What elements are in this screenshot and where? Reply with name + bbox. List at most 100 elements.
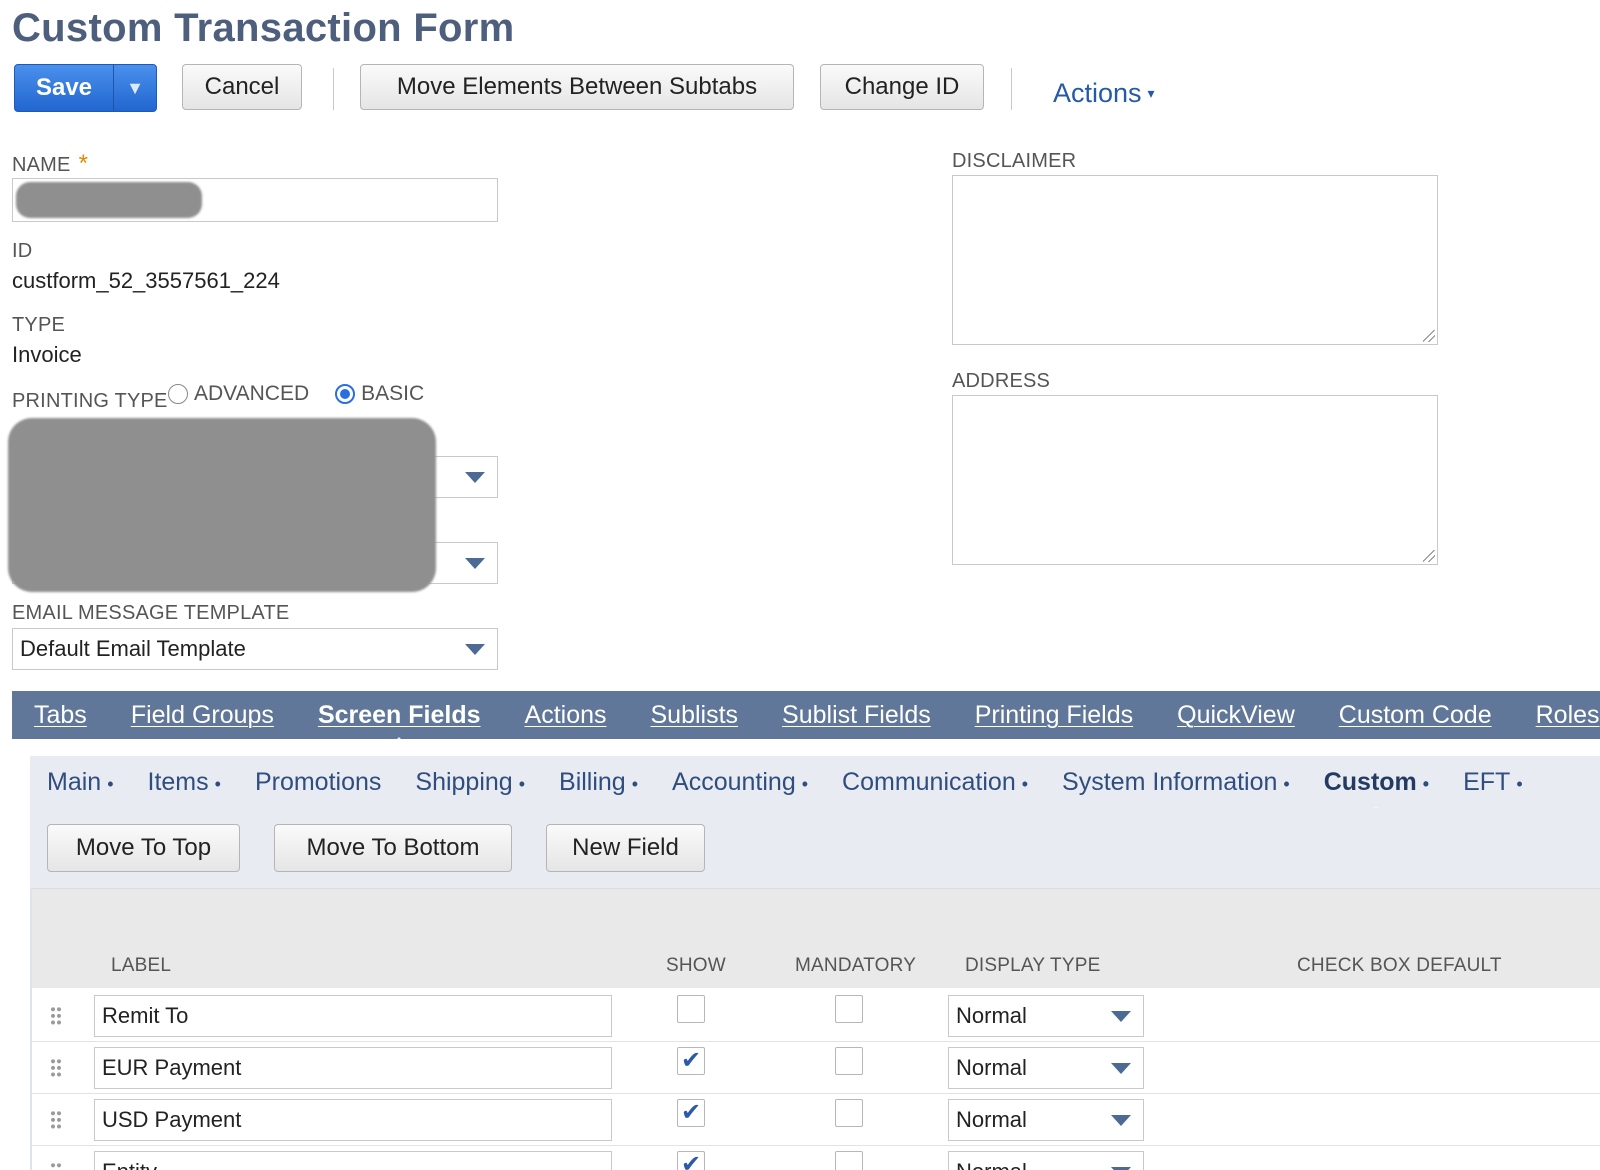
display-type-value: Normal (956, 1003, 1027, 1028)
main-tab-quickview[interactable]: QuickView (1177, 701, 1295, 730)
new-field-button[interactable]: New Field (546, 824, 705, 872)
subtab-system-information[interactable]: System Information • (1062, 768, 1290, 797)
cancel-button[interactable]: Cancel (182, 64, 302, 110)
drag-handle-icon[interactable] (50, 1058, 62, 1078)
move-elements-between-subtabs-button[interactable]: Move Elements Between Subtabs (360, 64, 794, 110)
subtab-label[interactable]: Billing (559, 768, 626, 796)
field-label-input[interactable]: Remit To (94, 995, 612, 1037)
subtab-promotions[interactable]: Promotions (255, 768, 381, 797)
printing-type-basic-radio[interactable] (335, 384, 356, 404)
field-label-input[interactable]: EUR Payment (94, 1047, 612, 1089)
display-type-select[interactable]: Normal (948, 1099, 1144, 1141)
subtab-indicator-dot: • (1422, 773, 1430, 794)
resize-grip-icon[interactable] (1423, 330, 1435, 342)
field-label-input[interactable]: Entity (94, 1151, 612, 1170)
resize-grip-icon[interactable] (1423, 550, 1435, 562)
subtab-indicator-dot: • (214, 773, 221, 794)
subtab-main[interactable]: Main • (47, 768, 114, 797)
subtab-label[interactable]: Main (47, 768, 101, 796)
display-type-value: Normal (956, 1159, 1027, 1170)
required-asterisk: * (78, 150, 89, 177)
main-tab-screen-fields[interactable]: Screen Fields (318, 701, 481, 739)
subtab-custom[interactable]: Custom • (1324, 768, 1430, 808)
mandatory-checkbox[interactable] (835, 1047, 863, 1075)
drag-handle-icon[interactable] (50, 1110, 62, 1130)
dropdown-arrow-icon (465, 644, 485, 655)
column-header-show: SHOW (666, 955, 726, 976)
email-template-select[interactable]: Default Email Template (12, 628, 498, 670)
field-label-text: Remit To (102, 1003, 189, 1028)
main-tab-sublist-fields[interactable]: Sublist Fields (782, 701, 931, 730)
main-tab-printing-fields[interactable]: Printing Fields (975, 701, 1133, 730)
dropdown-arrow-icon (465, 472, 485, 483)
subtab-label[interactable]: Items (148, 768, 209, 796)
drag-handle-icon[interactable] (50, 1006, 62, 1026)
type-label: TYPE (12, 314, 66, 336)
display-type-value: Normal (956, 1107, 1027, 1132)
subtab-communication[interactable]: Communication • (842, 768, 1028, 797)
show-checkbox[interactable] (677, 995, 705, 1023)
show-checkbox[interactable]: ✔ (677, 1047, 705, 1075)
subtab-indicator-dot: • (518, 773, 526, 794)
printing-type-advanced-label[interactable]: ADVANCED (194, 382, 309, 406)
name-label-text: NAME (12, 154, 71, 176)
move-to-bottom-button[interactable]: Move To Bottom (274, 824, 512, 872)
caret-down-icon: ▾ (1147, 85, 1155, 101)
field-label-input[interactable]: USD Payment (94, 1099, 612, 1141)
main-tab-custom-code[interactable]: Custom Code (1339, 701, 1492, 730)
table-row: USD Payment ✔ Normal (32, 1094, 1600, 1146)
subtab-label[interactable]: EFT (1463, 768, 1510, 796)
subtab-label[interactable]: System Information (1062, 768, 1277, 796)
main-tab-actions[interactable]: Actions (525, 701, 607, 730)
subtab-label[interactable]: Custom (1324, 768, 1417, 796)
mandatory-checkbox[interactable] (835, 1151, 863, 1170)
mandatory-checkbox[interactable] (835, 995, 863, 1023)
show-checkbox[interactable]: ✔ (677, 1151, 705, 1170)
subtab-label[interactable]: Shipping (415, 768, 512, 796)
subtab-indicator-dot: • (1516, 773, 1523, 794)
toolbar-divider (333, 68, 334, 110)
column-header-mandatory: MANDATORY (795, 955, 917, 976)
change-id-button[interactable]: Change ID (820, 64, 984, 110)
main-tab-tabs[interactable]: Tabs (34, 701, 87, 730)
main-tab-field-groups[interactable]: Field Groups (131, 701, 274, 730)
field-label-text: USD Payment (102, 1107, 242, 1132)
save-menu-arrow-icon[interactable]: ▼ (113, 65, 156, 111)
save-button-label[interactable]: Save (15, 65, 113, 111)
subtab-eft[interactable]: EFT • (1463, 768, 1523, 797)
move-to-top-button[interactable]: Move To Top (47, 824, 240, 872)
actions-menu-label[interactable]: Actions (1053, 78, 1142, 109)
name-label: NAME * (12, 150, 88, 178)
actions-menu[interactable]: Actions ▾ (1053, 78, 1155, 109)
drag-handle-icon[interactable] (50, 1162, 62, 1170)
subtab-items[interactable]: Items • (148, 768, 221, 797)
column-header-label: LABEL (111, 955, 172, 976)
subtab-label[interactable]: Communication (842, 768, 1016, 796)
subtab-bar: Main • Items • Promotions Shipping • Billing • Ac… (30, 756, 1600, 808)
display-type-select[interactable]: Normal (948, 995, 1144, 1037)
subtab-label[interactable]: Accounting (672, 768, 796, 796)
mandatory-checkbox[interactable] (835, 1099, 863, 1127)
show-checkbox[interactable]: ✔ (677, 1099, 705, 1127)
save-button[interactable]: Save ▼ (14, 64, 157, 112)
subtab-accounting[interactable]: Accounting • (672, 768, 808, 797)
main-tab-bar: Tabs Field Groups Screen Fields Actions Subl… (12, 691, 1600, 739)
display-type-select[interactable]: Normal (948, 1151, 1144, 1170)
main-tab-roles[interactable]: Roles (1536, 701, 1600, 730)
subtab-indicator-dot: • (107, 773, 114, 794)
column-header-display-type: DISPLAY TYPE (965, 955, 1101, 976)
disclaimer-label: DISCLAIMER (952, 150, 1077, 172)
dropdown-arrow-icon (1111, 1115, 1131, 1126)
subtab-label[interactable]: Promotions (255, 768, 381, 796)
printing-type-radio-group: ADVANCED BASIC (168, 382, 424, 406)
subtab-shipping[interactable]: Shipping • (415, 768, 525, 797)
display-type-select[interactable]: Normal (948, 1047, 1144, 1089)
disclaimer-textarea[interactable] (952, 175, 1438, 345)
address-textarea[interactable] (952, 395, 1438, 565)
redacted-fields-block (8, 418, 436, 592)
email-template-value: Default Email Template (20, 636, 246, 661)
subtab-billing[interactable]: Billing • (559, 768, 638, 797)
printing-type-advanced-radio[interactable] (168, 384, 188, 404)
main-tab-sublists[interactable]: Sublists (651, 701, 739, 730)
printing-type-basic-label[interactable]: BASIC (361, 382, 424, 406)
